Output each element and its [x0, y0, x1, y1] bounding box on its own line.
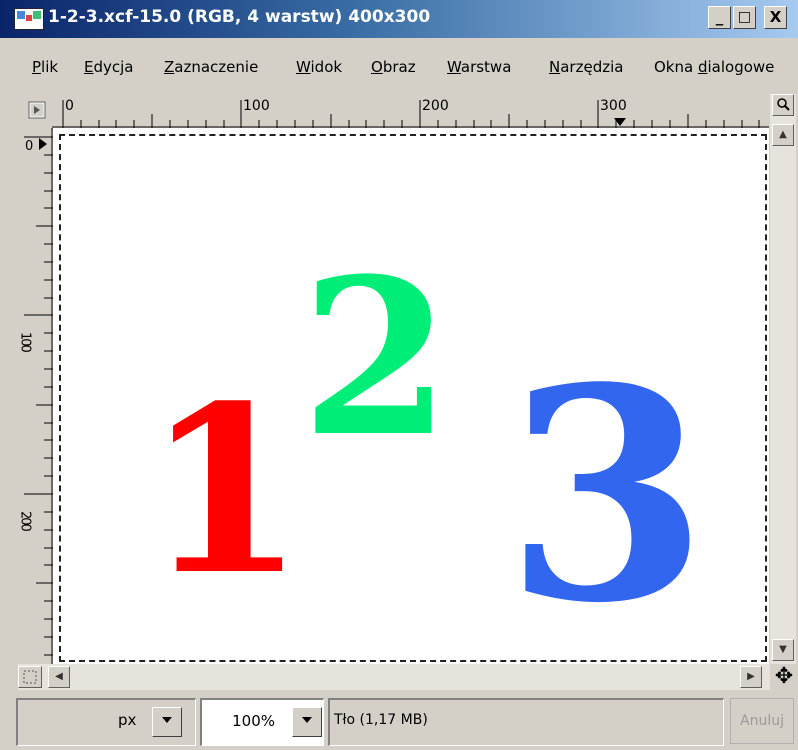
chevron-down-icon [302, 717, 312, 723]
menu-select[interactable]: Zaznaczenie [164, 58, 258, 76]
maximize-button[interactable]: □ [733, 6, 756, 29]
v-pointer-marker [39, 138, 47, 150]
cancel-button[interactable]: Anuluj [730, 698, 794, 744]
window-title: 1-2-3.xcf-15.0 (RGB, 4 warstw) 400x300 [48, 7, 431, 27]
scroll-up-button[interactable]: ▲ [772, 124, 794, 146]
v-ruler-label-0: 0 [25, 139, 33, 154]
scroll-down-button[interactable]: ▼ [772, 639, 794, 661]
minimize-button[interactable]: _ [708, 6, 731, 29]
quick-mask-icon [23, 670, 37, 684]
zoom-button[interactable] [772, 94, 794, 116]
vertical-ruler[interactable]: 0 100 200 [18, 128, 54, 668]
menu-bar: Plik Edycja Zaznaczenie Widok Obraz Wars… [0, 52, 798, 84]
scroll-right-button[interactable]: ▶ [740, 666, 762, 688]
navigate-icon[interactable]: ✥ [770, 664, 798, 690]
h-ruler-label-300: 300 [600, 98, 627, 114]
zoom-icon [777, 98, 790, 111]
menu-arrow-icon [28, 101, 46, 119]
unit-value: px [118, 711, 137, 729]
status-bar: px 100% Tło (1,17 MB) Anuluj [0, 694, 798, 750]
zoom-value: 100% [232, 712, 275, 730]
h-ruler-label-200: 200 [422, 98, 449, 114]
v-ruler-label-200: 200 [20, 511, 33, 532]
menu-tools[interactable]: Narzędzia [549, 58, 623, 76]
close-button[interactable]: X [764, 6, 787, 29]
image-canvas[interactable]: 1 2 3 [53, 128, 769, 664]
digit-1: 1 [145, 356, 306, 626]
menu-edit[interactable]: Edycja [84, 58, 134, 76]
quick-mask-button[interactable] [18, 666, 42, 688]
menu-image[interactable]: Obraz [371, 58, 416, 76]
zoom-dropdown-button[interactable] [292, 707, 322, 737]
horizontal-ruler[interactable]: 0 100 200 300 [52, 94, 769, 129]
unit-dropdown-button[interactable] [152, 707, 182, 737]
menu-dialogs[interactable]: Okna dialogowe [654, 58, 774, 76]
digit-3: 3 [505, 324, 709, 667]
gimp-image-icon [14, 8, 44, 30]
menu-layer[interactable]: Warstwa [447, 58, 511, 76]
status-message-area: Tło (1,17 MB) [328, 698, 724, 746]
horizontal-scrollbar[interactable]: ◀ ▶ [18, 664, 770, 690]
digit-2: 2 [301, 231, 451, 484]
title-bar[interactable]: 1-2-3.xcf-15.0 (RGB, 4 warstw) 400x300 _… [0, 0, 798, 38]
image-menu-button[interactable] [22, 94, 52, 128]
h-ruler-label-0: 0 [65, 98, 74, 114]
menu-view[interactable]: Widok [296, 58, 342, 76]
menu-file[interactable]: Plik [32, 58, 58, 76]
v-ruler-label-100: 100 [20, 332, 33, 353]
scroll-left-button[interactable]: ◀ [48, 666, 70, 688]
vertical-scrollbar[interactable]: ▲ ▼ [770, 94, 796, 664]
layer-info: Tło (1,17 MB) [334, 712, 428, 728]
h-ruler-label-100: 100 [243, 98, 270, 114]
chevron-down-icon [162, 717, 172, 723]
